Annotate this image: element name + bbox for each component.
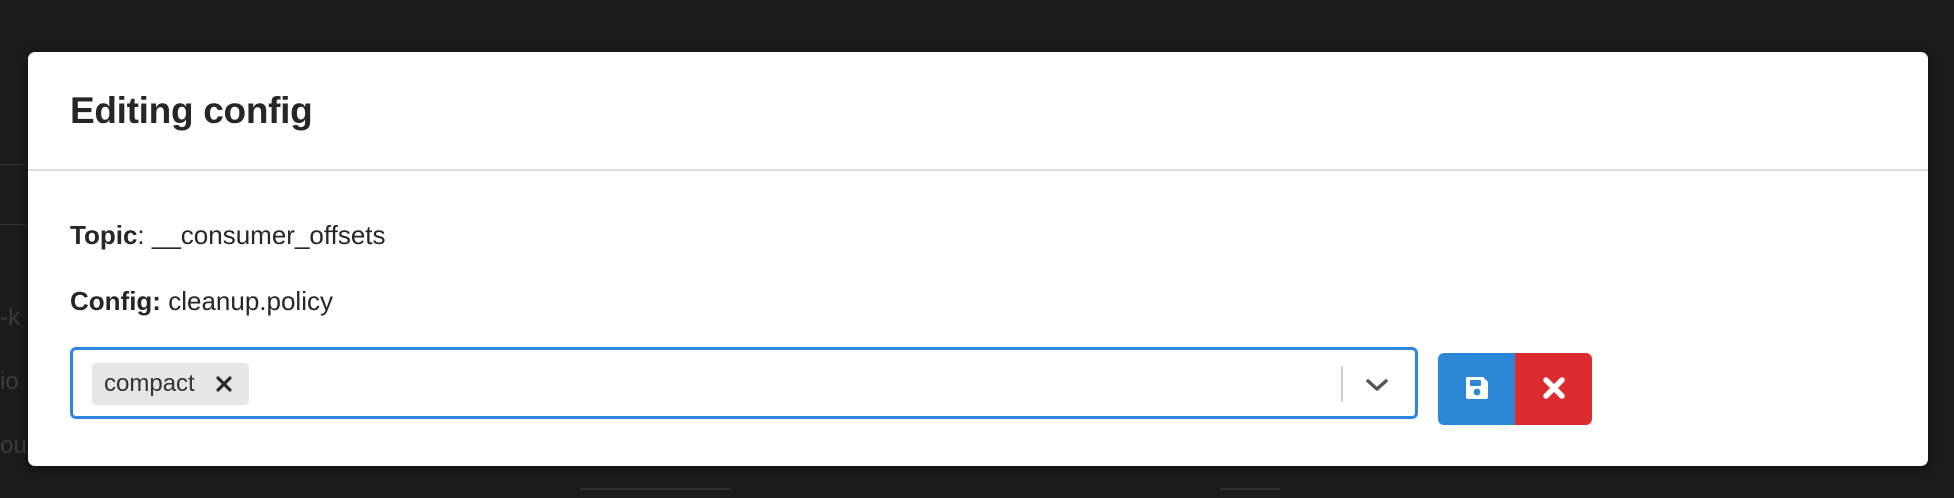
topic-label: Topic bbox=[70, 220, 138, 250]
cancel-button[interactable] bbox=[1515, 353, 1592, 425]
x-icon[interactable] bbox=[215, 375, 233, 393]
select-separator bbox=[1341, 366, 1343, 402]
background-divider bbox=[0, 224, 28, 225]
config-value-select[interactable]: compact bbox=[70, 347, 1418, 419]
topic-separator: : bbox=[137, 220, 145, 250]
config-label: Config: bbox=[70, 286, 161, 316]
topic-line: Topic: __consumer_offsets bbox=[70, 220, 386, 251]
save-button[interactable] bbox=[1438, 353, 1515, 425]
selected-tag-label: compact bbox=[104, 370, 195, 397]
config-value: cleanup.policy bbox=[168, 286, 333, 316]
selected-tag: compact bbox=[92, 363, 249, 405]
edit-config-modal: Editing config Topic: __consumer_offsets… bbox=[28, 52, 1928, 466]
chevron-down-icon[interactable] bbox=[1357, 370, 1397, 400]
topic-value: __consumer_offsets bbox=[151, 220, 386, 250]
background-text-fragment bbox=[580, 488, 730, 490]
background-text-fragment: ou bbox=[0, 432, 27, 459]
modal-header: Editing config bbox=[28, 52, 1928, 171]
modal-title: Editing config bbox=[70, 90, 313, 131]
background-text-fragment bbox=[1220, 488, 1280, 490]
config-line: Config: cleanup.policy bbox=[70, 286, 333, 317]
background-text-fragment: -k bbox=[0, 304, 20, 331]
floppy-disk-icon bbox=[1464, 375, 1490, 404]
background-divider bbox=[0, 164, 28, 165]
close-icon bbox=[1542, 376, 1566, 403]
background-text-fragment: io bbox=[0, 368, 19, 395]
